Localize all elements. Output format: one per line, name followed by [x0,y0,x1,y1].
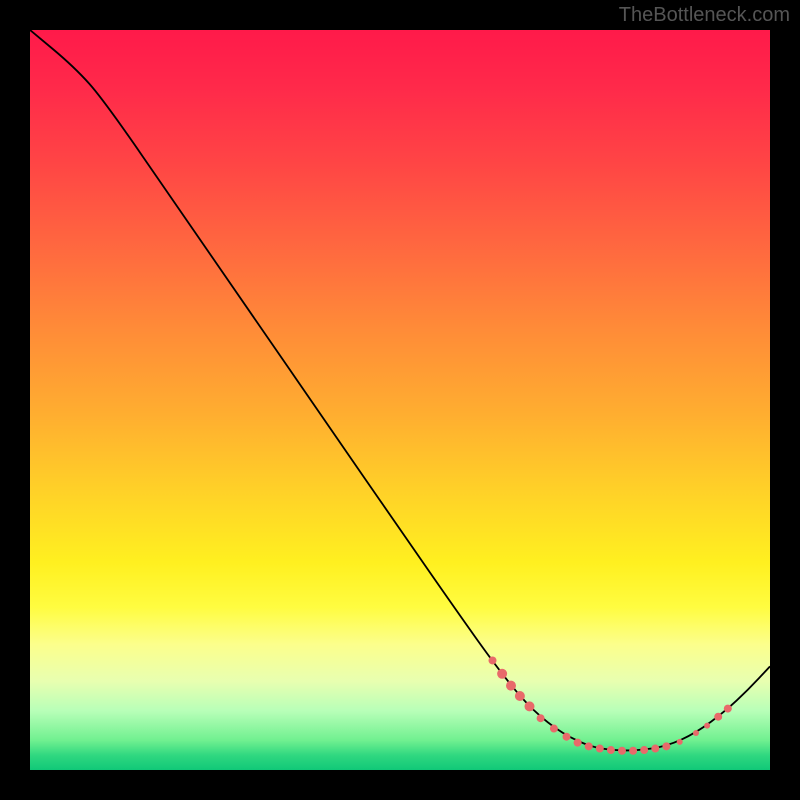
data-dot [714,713,722,721]
watermark-text: TheBottleneck.com [619,4,790,27]
data-dot [563,733,571,741]
bottleneck-curve [30,30,770,750]
data-dot [724,705,732,713]
chart-svg [30,30,770,770]
data-dot [506,681,516,691]
data-dot [537,714,545,722]
data-dot [640,746,648,754]
data-dot [607,746,615,754]
data-dot [585,742,593,750]
data-dot [525,701,535,711]
data-dot [497,669,507,679]
data-dot [629,747,637,755]
data-dot [574,739,582,747]
data-dot [618,747,626,755]
data-dot [677,739,683,745]
data-dot [596,745,604,753]
data-dot [651,745,659,753]
data-dot [662,742,670,750]
data-dot [704,723,710,729]
data-dot [515,691,525,701]
data-dot [550,725,558,733]
data-dot [693,730,699,736]
chart-plot-area [30,30,770,770]
data-dots-group [489,656,732,754]
data-dot [489,656,497,664]
